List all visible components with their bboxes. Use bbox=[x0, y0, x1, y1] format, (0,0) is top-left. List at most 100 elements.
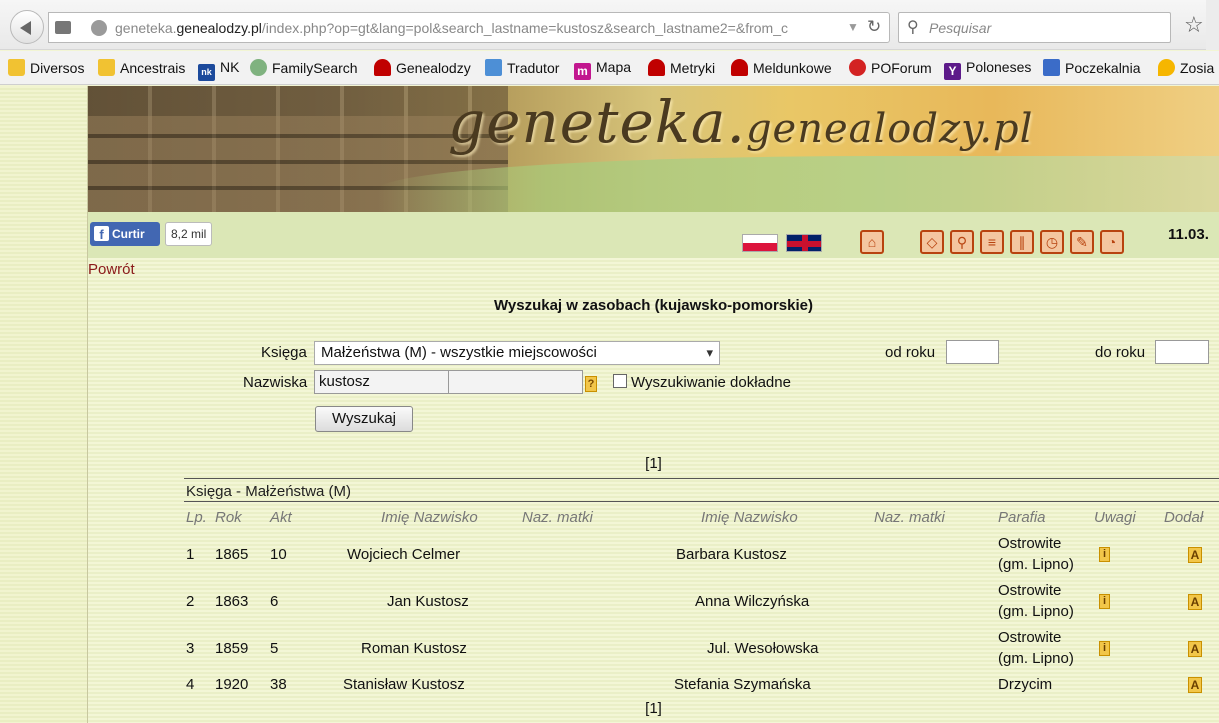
pin-icon bbox=[1158, 59, 1175, 76]
cell-rok: 1920 bbox=[215, 676, 249, 693]
cell-bride: Stefania Szymańska bbox=[674, 676, 811, 693]
url-dropdown-icon[interactable]: ▼ bbox=[847, 20, 859, 34]
cell-groom: Roman Kustosz bbox=[361, 640, 467, 657]
bookmarks-bar: Diversos Ancestrais nk NK FamilySearch Ge… bbox=[0, 51, 1219, 85]
cell-parish: Drzycim bbox=[998, 676, 1053, 693]
ksiega-label: Księga bbox=[261, 344, 307, 361]
cell-parish-gmina: (gm. Lipno) bbox=[998, 556, 1074, 573]
url-bar[interactable]: geneteka.genealodzy.pl/index.php?op=gt&l… bbox=[48, 12, 890, 43]
bookmark-nk[interactable]: nk NK bbox=[198, 59, 239, 81]
folder-icon bbox=[8, 59, 25, 76]
author-icon[interactable]: A bbox=[1188, 677, 1202, 693]
author-icon[interactable]: A bbox=[1188, 641, 1202, 657]
page-grid-icon[interactable] bbox=[55, 21, 71, 34]
cell-lp: 2 bbox=[186, 593, 195, 610]
home-icon[interactable]: ⌂ bbox=[860, 230, 884, 254]
bookmark-mapa[interactable]: m Mapa bbox=[574, 59, 631, 80]
col-header-akt: Akt bbox=[270, 509, 292, 526]
bookmark-genealodzy[interactable]: Genealodzy bbox=[374, 59, 471, 79]
m-icon: m bbox=[574, 63, 591, 80]
col-header-bride-mother: Naz. matki bbox=[874, 509, 945, 526]
cell-rok: 1863 bbox=[215, 593, 249, 610]
bookmark-diversos[interactable]: Diversos bbox=[8, 59, 84, 79]
back-link[interactable]: Powrót bbox=[88, 261, 135, 278]
search-nav-icon[interactable]: ⚲ bbox=[950, 230, 974, 254]
cell-rok: 1865 bbox=[215, 546, 249, 563]
section-divider bbox=[184, 478, 1219, 479]
site-logo[interactable]: geneteka.genealodzy.pl bbox=[448, 88, 1033, 156]
section-title: Księga - Małżeństwa (M) bbox=[186, 483, 352, 500]
browser-search-input[interactable]: ⚲ Pesquisar bbox=[898, 12, 1171, 43]
bookmark-familysearch[interactable]: FamilySearch bbox=[250, 59, 358, 79]
cell-lp: 4 bbox=[186, 676, 195, 693]
col-header-uwagi: Uwagi bbox=[1094, 509, 1136, 526]
bookmark-ancestrais[interactable]: Ancestrais bbox=[98, 59, 185, 79]
facebook-like-label: Curtir bbox=[112, 227, 145, 241]
cell-akt: 6 bbox=[270, 593, 279, 610]
exact-search-checkbox[interactable] bbox=[613, 374, 627, 388]
cell-lp: 3 bbox=[186, 640, 195, 657]
col-header-groom-mother: Naz. matki bbox=[522, 509, 593, 526]
bookmark-metryki[interactable]: Metryki bbox=[648, 59, 715, 79]
note-icon[interactable]: i bbox=[1099, 547, 1110, 562]
author-icon[interactable]: A bbox=[1188, 594, 1202, 610]
folder-icon bbox=[98, 59, 115, 76]
bookmark-poloneses[interactable]: Y Poloneses bbox=[944, 59, 1031, 80]
tree-icon bbox=[250, 59, 267, 76]
author-icon[interactable]: A bbox=[1188, 547, 1202, 563]
ksiega-select[interactable]: Małżeństwa (M) - wszystkie miejscowości bbox=[314, 341, 720, 365]
bookmark-poczekalnia[interactable]: Poczekalnia bbox=[1043, 59, 1141, 79]
bookmark-tradutor[interactable]: Tradutor bbox=[485, 59, 559, 79]
search-button[interactable]: Wyszukaj bbox=[315, 406, 413, 432]
clock-icon[interactable]: ◷ bbox=[1040, 230, 1064, 254]
region-map-icon[interactable]: ◇ bbox=[920, 230, 944, 254]
bookmark-poforum[interactable]: POForum bbox=[849, 59, 932, 79]
site-navbar: f Curtir 8,2 mil ⌂ ◇ ⚲ ≡ ∥ ◷ ✎ ◔ 11.03. bbox=[88, 212, 1219, 258]
note-icon[interactable]: i bbox=[1099, 594, 1110, 609]
stats-icon[interactable]: ◔ bbox=[1100, 230, 1124, 254]
list-icon[interactable]: ≡ bbox=[980, 230, 1004, 254]
pager-top[interactable]: [1] bbox=[88, 455, 1219, 472]
cell-groom: Stanisław Kustosz bbox=[343, 676, 465, 693]
do-roku-label: do roku bbox=[1095, 344, 1146, 361]
nazwiska-label: Nazwiska bbox=[243, 374, 308, 391]
help-icon[interactable]: ? bbox=[585, 376, 597, 392]
globe-icon bbox=[91, 20, 107, 36]
search-placeholder: Pesquisar bbox=[929, 20, 992, 36]
col-header-parafia: Parafia bbox=[998, 509, 1046, 526]
reload-icon[interactable]: ↻ bbox=[867, 17, 881, 37]
books-icon[interactable]: ∥ bbox=[1010, 230, 1034, 254]
facebook-icon: f bbox=[94, 226, 109, 242]
cell-akt: 5 bbox=[270, 640, 279, 657]
cell-parish: Ostrowite bbox=[998, 582, 1062, 599]
cell-parish: Ostrowite bbox=[998, 535, 1062, 552]
cell-parish-gmina: (gm. Lipno) bbox=[998, 603, 1074, 620]
pager-bottom[interactable]: [1] bbox=[88, 700, 1219, 717]
cell-akt: 38 bbox=[270, 676, 287, 693]
cell-bride: Anna Wilczyńska bbox=[695, 593, 810, 610]
col-header-rok: Rok bbox=[215, 509, 242, 526]
yahoo-icon: Y bbox=[944, 63, 961, 80]
tools-icon[interactable]: ✎ bbox=[1070, 230, 1094, 254]
exact-search-label[interactable]: Wyszukiwanie dokładne bbox=[631, 374, 791, 391]
bookmark-zosia[interactable]: Zosia bbox=[1158, 59, 1214, 79]
url-text[interactable]: geneteka.genealodzy.pl/index.php?op=gt&l… bbox=[115, 20, 835, 36]
browser-toolbar: geneteka.genealodzy.pl/index.php?op=gt&l… bbox=[0, 0, 1219, 50]
bookmark-meldunkowe[interactable]: Meldunkowe bbox=[731, 59, 832, 79]
do-roku-input[interactable] bbox=[1155, 340, 1209, 364]
polish-flag-icon[interactable] bbox=[742, 234, 778, 252]
od-roku-input[interactable] bbox=[946, 340, 999, 364]
cell-groom: Wojciech Celmer bbox=[347, 546, 461, 563]
lastname-input[interactable]: kustosz bbox=[314, 370, 449, 394]
lastname2-input[interactable] bbox=[448, 370, 583, 394]
facebook-like-button[interactable]: f Curtir bbox=[90, 222, 160, 246]
back-button[interactable] bbox=[10, 10, 44, 44]
main-content: Powrót Wyszukaj w zasobach (kujawsko-pom… bbox=[88, 258, 1219, 723]
note-icon[interactable]: i bbox=[1099, 641, 1110, 656]
toolbar-edge bbox=[1206, 0, 1219, 50]
english-flag-icon[interactable] bbox=[786, 234, 822, 252]
bookmark-star-icon[interactable]: ☆ bbox=[1184, 12, 1204, 38]
ptg-icon bbox=[374, 59, 391, 76]
site-banner: geneteka.genealodzy.pl bbox=[88, 86, 1219, 212]
col-header-lp: Lp. bbox=[186, 509, 207, 526]
